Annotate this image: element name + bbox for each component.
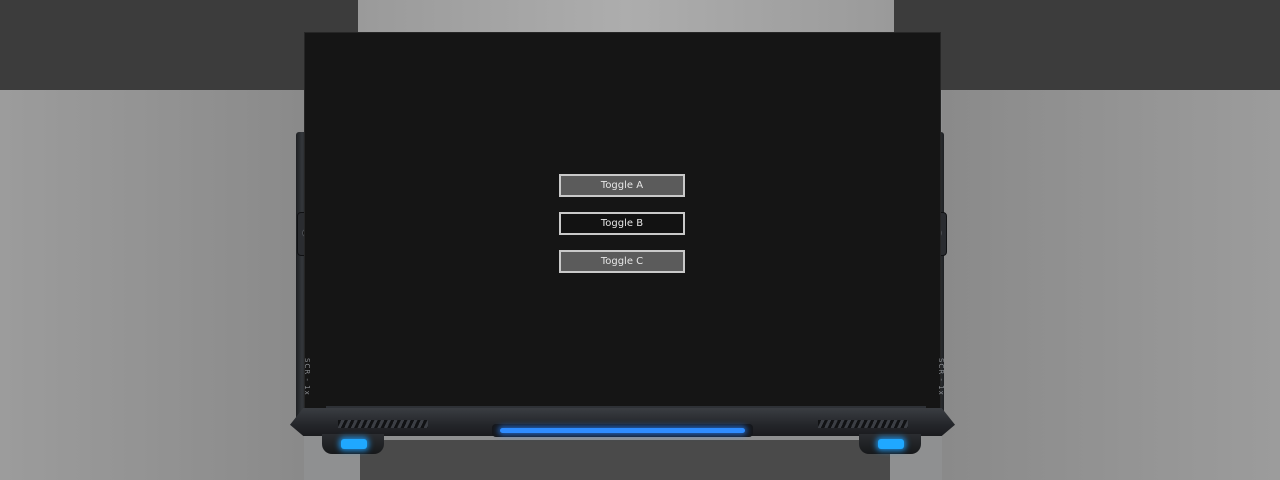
toggle-c-button[interactable]: Toggle C	[559, 250, 685, 273]
monitor-side-label-right: SCR - 1x	[937, 358, 945, 396]
vent-grill-right	[818, 420, 908, 428]
wall-left	[0, 90, 304, 480]
game-scene: SCR - 1x SCR - 1x Toggle A Toggle B Togg…	[0, 0, 1280, 480]
toggle-b-button[interactable]: Toggle B	[559, 212, 685, 235]
indicator-light-icon	[878, 439, 904, 449]
monitor-side-label-left: SCR - 1x	[303, 358, 311, 396]
wall-right	[942, 90, 1280, 480]
monitor-foot-left	[322, 434, 384, 454]
monitor-foot-right	[859, 434, 921, 454]
indicator-light-icon	[341, 439, 367, 449]
status-light-bar	[500, 428, 745, 433]
ceiling-light	[358, 0, 894, 32]
vent-grill-left	[338, 420, 428, 428]
monitor-stand-shadow	[360, 440, 890, 480]
ceiling-right	[894, 0, 1280, 90]
toggle-a-button[interactable]: Toggle A	[559, 174, 685, 197]
